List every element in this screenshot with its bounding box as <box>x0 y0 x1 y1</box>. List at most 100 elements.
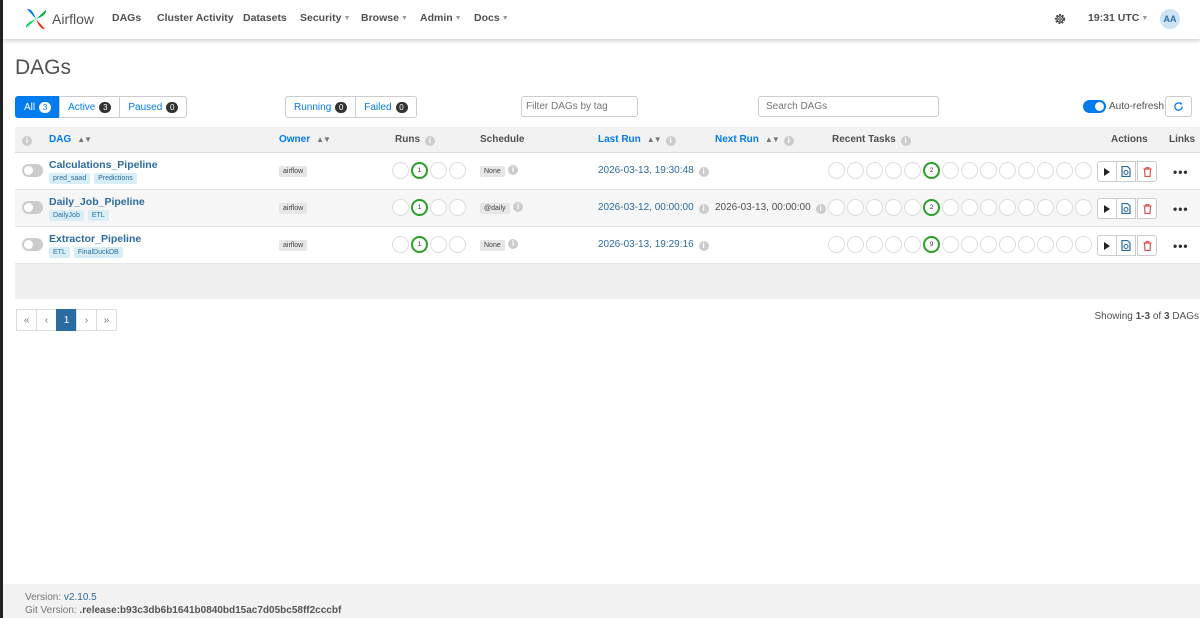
delete-dag-button[interactable] <box>1137 198 1157 219</box>
filter-paused-button[interactable]: Paused 0 <box>119 96 188 118</box>
more-links-icon[interactable]: ••• <box>1173 239 1189 253</box>
filter-failed-button[interactable]: Failed 0 <box>355 96 417 118</box>
task-status-circle[interactable]: 2 <box>923 199 940 216</box>
task-status-circle[interactable] <box>942 199 959 216</box>
gear-icon[interactable] <box>1053 12 1067 26</box>
run-status-circle[interactable] <box>449 236 466 253</box>
task-status-circle[interactable] <box>866 199 883 216</box>
trigger-dag-button[interactable] <box>1097 235 1117 256</box>
task-status-circle[interactable] <box>885 236 902 253</box>
nav-security-menu[interactable]: Security ▼ <box>300 12 350 24</box>
task-status-circle[interactable] <box>847 199 864 216</box>
user-avatar[interactable]: AA <box>1160 9 1180 29</box>
task-status-circle[interactable] <box>904 199 921 216</box>
last-run-link[interactable]: 2026-03-13, 19:29:16 i <box>598 239 709 251</box>
filter-active-button[interactable]: Active 3 <box>59 96 121 118</box>
info-icon[interactable]: i <box>698 167 709 177</box>
trigger-dag-button[interactable] <box>1097 198 1117 219</box>
dag-tag[interactable]: FinalDuckDB <box>73 247 123 258</box>
page-first-button[interactable]: « <box>16 309 37 331</box>
trigger-dag-button[interactable] <box>1097 161 1117 182</box>
header-dag[interactable]: DAG ▲▼ <box>49 134 92 145</box>
task-status-circle[interactable] <box>961 199 978 216</box>
task-status-circle[interactable] <box>866 236 883 253</box>
task-status-circle[interactable] <box>1075 199 1092 216</box>
task-status-circle[interactable] <box>1018 162 1035 179</box>
page-next-button[interactable]: › <box>76 309 97 331</box>
task-status-circle[interactable]: 9 <box>923 236 940 253</box>
schedule-badge[interactable]: None <box>480 166 505 177</box>
task-status-circle[interactable] <box>904 162 921 179</box>
page-current-button[interactable]: 1 <box>56 309 77 331</box>
nav-docs-menu[interactable]: Docs ▼ <box>474 12 509 24</box>
dag-tag[interactable]: Predictions <box>94 173 137 184</box>
run-status-circle[interactable] <box>449 162 466 179</box>
nav-dags[interactable]: DAGs <box>112 12 141 24</box>
task-status-circle[interactable] <box>1018 199 1035 216</box>
run-status-circle[interactable]: 1 <box>411 236 428 253</box>
task-status-circle[interactable] <box>1056 162 1073 179</box>
info-icon[interactable]: i <box>815 204 826 214</box>
task-status-circle[interactable]: 2 <box>923 162 940 179</box>
schedule-badge[interactable]: @daily <box>480 203 510 214</box>
dag-tag[interactable]: ETL <box>49 247 70 258</box>
run-status-circle[interactable] <box>392 162 409 179</box>
task-status-circle[interactable] <box>999 236 1016 253</box>
refresh-dag-button[interactable] <box>1116 235 1136 256</box>
run-status-circle[interactable]: 1 <box>411 199 428 216</box>
nav-browse-menu[interactable]: Browse ▼ <box>361 12 408 24</box>
auto-refresh-toggle[interactable] <box>1083 100 1106 113</box>
search-dags-input[interactable] <box>758 96 939 117</box>
last-run-link[interactable]: 2026-03-12, 00:00:00 i <box>598 202 709 214</box>
run-status-circle[interactable]: 1 <box>411 162 428 179</box>
task-status-circle[interactable] <box>1037 236 1054 253</box>
run-status-circle[interactable] <box>430 162 447 179</box>
info-icon[interactable]: i <box>508 239 518 249</box>
task-status-circle[interactable] <box>885 162 902 179</box>
refresh-dag-button[interactable] <box>1116 161 1136 182</box>
page-prev-button[interactable]: ‹ <box>36 309 57 331</box>
task-status-circle[interactable] <box>1018 236 1035 253</box>
task-status-circle[interactable] <box>847 236 864 253</box>
run-status-circle[interactable] <box>430 199 447 216</box>
task-status-circle[interactable] <box>961 162 978 179</box>
delete-dag-button[interactable] <box>1137 235 1157 256</box>
task-status-circle[interactable] <box>1056 236 1073 253</box>
task-status-circle[interactable] <box>961 236 978 253</box>
dag-tag[interactable]: ETL <box>87 210 109 221</box>
info-icon[interactable]: i <box>783 136 794 146</box>
task-status-circle[interactable] <box>847 162 864 179</box>
task-status-circle[interactable] <box>828 162 845 179</box>
nav-datasets[interactable]: Datasets <box>243 12 287 24</box>
dag-pause-toggle[interactable] <box>22 201 43 214</box>
dag-name-link[interactable]: Daily_Job_Pipeline <box>49 196 145 208</box>
more-links-icon[interactable]: ••• <box>1173 202 1189 216</box>
refresh-button[interactable] <box>1165 96 1192 117</box>
task-status-circle[interactable] <box>828 236 845 253</box>
owner-badge[interactable]: airflow <box>279 166 308 177</box>
run-status-circle[interactable] <box>449 199 466 216</box>
task-status-circle[interactable] <box>1075 236 1092 253</box>
dag-tag[interactable]: pred_saad <box>49 173 91 184</box>
task-status-circle[interactable] <box>942 162 959 179</box>
task-status-circle[interactable] <box>1075 162 1092 179</box>
header-next-run[interactable]: Next Run ▲▼ i <box>715 134 794 146</box>
page-last-button[interactable]: » <box>96 309 117 331</box>
info-icon[interactable]: i <box>425 136 435 146</box>
nav-cluster-activity[interactable]: Cluster Activity <box>157 12 234 24</box>
task-status-circle[interactable] <box>980 162 997 179</box>
info-icon[interactable]: i <box>665 136 676 146</box>
dag-pause-toggle[interactable] <box>22 238 43 251</box>
filter-running-button[interactable]: Running 0 <box>285 96 357 118</box>
info-icon[interactable]: i <box>698 204 709 214</box>
dag-tag[interactable]: DailyJob <box>49 210 84 221</box>
info-icon[interactable]: i <box>900 136 911 146</box>
task-status-circle[interactable] <box>999 199 1016 216</box>
task-status-circle[interactable] <box>866 162 883 179</box>
dag-pause-toggle[interactable] <box>22 164 43 177</box>
info-icon[interactable]: i <box>698 241 709 251</box>
info-icon[interactable]: i <box>513 202 523 212</box>
nav-admin-menu[interactable]: Admin ▼ <box>420 12 462 24</box>
info-icon[interactable]: i <box>508 165 518 175</box>
more-links-icon[interactable]: ••• <box>1173 165 1189 179</box>
